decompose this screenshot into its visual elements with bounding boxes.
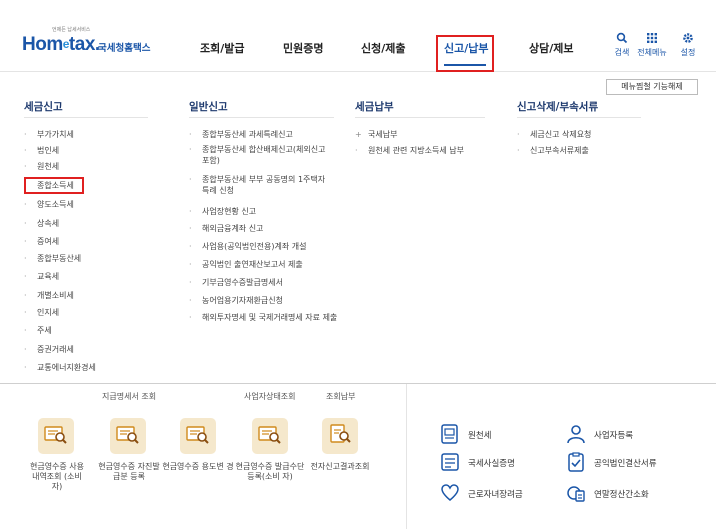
- receipt-search-icon: [186, 426, 209, 444]
- menu-item-highlight-box: [24, 177, 84, 194]
- quick-link-label[interactable]: 조회납부: [326, 392, 355, 401]
- nav-inquiry-issuance[interactable]: 조회/발급: [200, 40, 245, 56]
- heart-hand-icon: [441, 484, 459, 501]
- all-menu-button[interactable]: 전체메뉴: [634, 32, 670, 58]
- nav-highlight-box: [436, 35, 494, 72]
- menu-column-title-report-deletion[interactable]: 신고삭제/부속서류: [517, 99, 598, 114]
- cash-receipt-self-issue-tile[interactable]: [110, 418, 146, 454]
- cash-receipt-usage-tile[interactable]: [38, 418, 74, 454]
- column-divider: [24, 117, 148, 118]
- e-filing-result-tile[interactable]: [322, 418, 358, 454]
- calculator-icon: [567, 486, 585, 502]
- nav-civil-certificate[interactable]: 민원증명: [283, 40, 323, 56]
- logo-wordmark: Hometax.: [22, 34, 100, 55]
- header: 언제든 납세서비스 Hometax. 국세청홈택스 조회/발급 민원증명 신청/…: [0, 0, 716, 72]
- quick-link-label[interactable]: 사업자상태조회: [244, 392, 296, 401]
- logo-korean: 국세청홈택스: [98, 43, 151, 54]
- menu-column-title-tax-report[interactable]: 세금신고: [24, 99, 63, 114]
- tax-document-icon: [441, 424, 458, 444]
- favorite-menu-toggle-button[interactable]: 메뉴찜철 기능해제: [606, 79, 698, 95]
- tile-label: 현금영수증 자진발급분 등록: [98, 462, 160, 481]
- gear-icon: [670, 32, 706, 45]
- column-divider: [189, 117, 334, 118]
- logo-slogan: 언제든 납세서비스: [52, 27, 91, 33]
- settings-label: 설정: [680, 48, 696, 57]
- receipt-search-icon: [258, 426, 281, 444]
- cash-receipt-purpose-change-tile[interactable]: [180, 418, 216, 454]
- nav-apply-submit[interactable]: 신청/제출: [361, 40, 406, 56]
- cash-receipt-method-register-tile[interactable]: [252, 418, 288, 454]
- section-divider: [406, 384, 407, 529]
- nav-consult-report[interactable]: 상담/제보: [529, 40, 574, 56]
- clipboard-check-icon: [568, 452, 584, 472]
- tile-label: 전자신고결과조회: [310, 462, 370, 471]
- menu-column-title-tax-payment[interactable]: 세금납부: [355, 99, 394, 114]
- tile-label: 현금영수증 사용내역조회 (소비자): [29, 462, 85, 491]
- column-divider: [517, 117, 641, 118]
- menu-column-title-general-report[interactable]: 일반신고: [189, 99, 228, 114]
- tile-label: 현금영수증 용도변 경: [162, 462, 234, 471]
- dropdown-bottom-border: [0, 383, 716, 384]
- grid-menu-icon: [634, 32, 670, 45]
- quick-link-label[interactable]: 지급명세서 조회: [102, 392, 156, 401]
- receipt-search-icon: [116, 426, 139, 444]
- hometax-logo[interactable]: 언제든 납세서비스 Hometax. 국세청홈택스: [22, 27, 162, 55]
- certificate-icon: [441, 453, 459, 471]
- person-icon: [567, 425, 585, 444]
- receipt-search-icon: [44, 426, 67, 444]
- all-menu-label: 전체메뉴: [637, 48, 667, 57]
- tile-label: 현금영수증 발급수단 등록(소비 자): [235, 462, 305, 481]
- document-search-icon: [330, 424, 351, 443]
- settings-button[interactable]: 설정: [670, 32, 706, 58]
- column-divider: [355, 117, 485, 118]
